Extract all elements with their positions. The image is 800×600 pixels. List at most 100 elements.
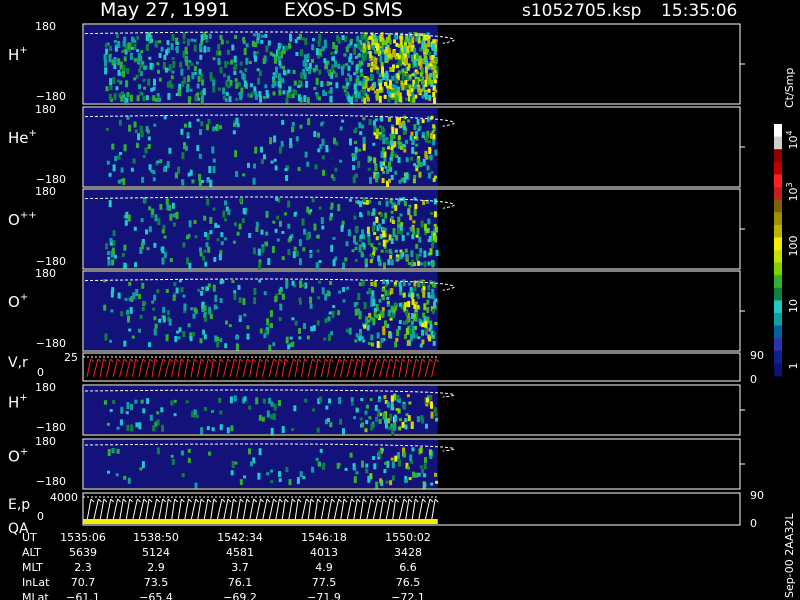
- colorbar-tick: 100: [787, 236, 800, 257]
- time-row-value: 4581: [226, 546, 254, 559]
- spectrogram-panel: 180 −180 H+: [8, 381, 745, 436]
- side-note: Sep-00 2AA32L: [783, 512, 796, 598]
- y-min-label: −180: [36, 337, 66, 350]
- y-bottom-label: 0: [37, 366, 44, 379]
- file-name: s1052705.ksp: [522, 1, 641, 21]
- right-top-label: 90: [750, 349, 764, 362]
- spectrogram-panel: 180−180He+: [8, 103, 745, 188]
- species-label: He+: [8, 128, 37, 147]
- time-row-value: −69.2: [223, 591, 257, 600]
- time-row-value: 6.6: [399, 561, 417, 574]
- species-charge: ++: [20, 210, 37, 221]
- colorbar-tick-base: 10: [787, 299, 800, 313]
- species-name: He: [8, 129, 29, 147]
- colorbar-tick: 104: [785, 130, 800, 149]
- species-label: H+: [8, 393, 28, 412]
- vector-panel: 25 0 V,r 90 0: [8, 349, 764, 386]
- time-row-value: 5124: [142, 546, 170, 559]
- right-bottom-label: 0: [750, 373, 757, 386]
- panel-label: V,r: [8, 355, 28, 371]
- y-max-label: 180: [35, 20, 56, 33]
- y-min-label: −180: [36, 421, 66, 434]
- species-name: O: [8, 293, 20, 311]
- colorbar-segment: [774, 237, 782, 251]
- colorbar-segment: [774, 338, 782, 352]
- time-row-name: MLat: [22, 591, 49, 600]
- colorbar-segment: [774, 212, 782, 226]
- colorbar-segment: [774, 199, 782, 213]
- colorbar-tick-exponent: 3: [785, 182, 794, 187]
- time-row-value: −72.1: [391, 591, 425, 600]
- y-top-label: 4000: [50, 491, 78, 504]
- colorbar-tick: 10: [787, 299, 800, 313]
- time-row-value: 1535:06: [60, 531, 106, 544]
- time-row-value: 73.5: [144, 576, 169, 589]
- time-row-value: 3428: [394, 546, 422, 559]
- colorbar-tick-base: 10: [787, 136, 800, 150]
- y-min-label: −180: [36, 475, 66, 488]
- time-row-name: ALT: [22, 546, 41, 559]
- colorbar-segment: [774, 161, 782, 175]
- time-row-value: 2.9: [147, 561, 165, 574]
- spectrogram-panel: 180−180O++: [8, 185, 745, 270]
- colorbar-segment: [774, 350, 782, 364]
- time-row-value: 1550:02: [385, 531, 431, 544]
- time-row-value: −65.4: [139, 591, 173, 600]
- time-row-value: 70.7: [71, 576, 96, 589]
- colorbar: Ct/Smp 104103100101: [774, 68, 800, 377]
- spectrogram-panel: 180 −180 O+: [8, 267, 745, 352]
- colorbar-segment: [774, 187, 782, 201]
- species-name: H: [8, 46, 19, 64]
- time-row-value: 2.3: [74, 561, 92, 574]
- time-row-value: 76.1: [228, 576, 253, 589]
- species-charge: +: [29, 128, 37, 139]
- instrument-title: EXOS-D SMS: [284, 0, 403, 21]
- time-row-value: 1538:50: [133, 531, 179, 544]
- species-label: O+: [8, 292, 28, 311]
- colorbar-segment: [774, 262, 782, 276]
- species-charge: +: [19, 45, 27, 56]
- time-row-value: −61.1: [66, 591, 100, 600]
- y-max-label: 180: [35, 435, 56, 448]
- date-title: May 27, 1991: [100, 0, 230, 21]
- species-label: O+: [8, 447, 28, 466]
- species-label: O++: [8, 210, 37, 229]
- colorbar-segment: [774, 287, 782, 301]
- colorbar-segment: [774, 124, 782, 138]
- species-charge: +: [19, 393, 27, 404]
- colorbar-tick-base: 100: [787, 236, 800, 257]
- right-top-label: 90: [750, 489, 764, 502]
- y-bottom-label: 0: [37, 510, 44, 523]
- colorbar-label: Ct/Smp: [783, 68, 796, 108]
- time-row-value: 1542:34: [217, 531, 263, 544]
- colorbar-segment: [774, 275, 782, 289]
- colorbar-segment: [774, 325, 782, 339]
- file-time: 15:35:06: [661, 1, 737, 21]
- time-row-value: 4013: [310, 546, 338, 559]
- qa-bar: [83, 519, 438, 524]
- time-row-name: InLat: [22, 576, 50, 589]
- y-top-label: 25: [64, 351, 78, 364]
- spectrogram-figure: May 27, 1991 EXOS-D SMS s1052705.ksp 15:…: [8, 0, 800, 600]
- time-row-value: 4.9: [315, 561, 333, 574]
- colorbar-segment: [774, 224, 782, 238]
- time-row-value: 76.5: [396, 576, 421, 589]
- colorbar-segment: [774, 149, 782, 163]
- species-name: O: [8, 211, 20, 229]
- colorbar-segment: [774, 363, 782, 377]
- colorbar-segment: [774, 174, 782, 188]
- colorbar-segment: [774, 250, 782, 264]
- right-bottom-label: 0: [750, 517, 757, 530]
- vector-panel: 40000E,p900QA: [8, 489, 764, 537]
- panel-label: E,p: [8, 497, 30, 513]
- colorbar-segment: [774, 300, 782, 314]
- colorbar-tick-base: 10: [787, 188, 800, 202]
- time-row-name: UT: [22, 531, 37, 544]
- y-min-label: −180: [36, 90, 66, 103]
- y-max-label: 180: [35, 103, 56, 116]
- y-max-label: 180: [35, 267, 56, 280]
- colorbar-segment: [774, 136, 782, 150]
- time-row-value: 3.7: [231, 561, 249, 574]
- colorbar-tick: 103: [785, 182, 800, 201]
- colorbar-tick: 1: [787, 363, 800, 370]
